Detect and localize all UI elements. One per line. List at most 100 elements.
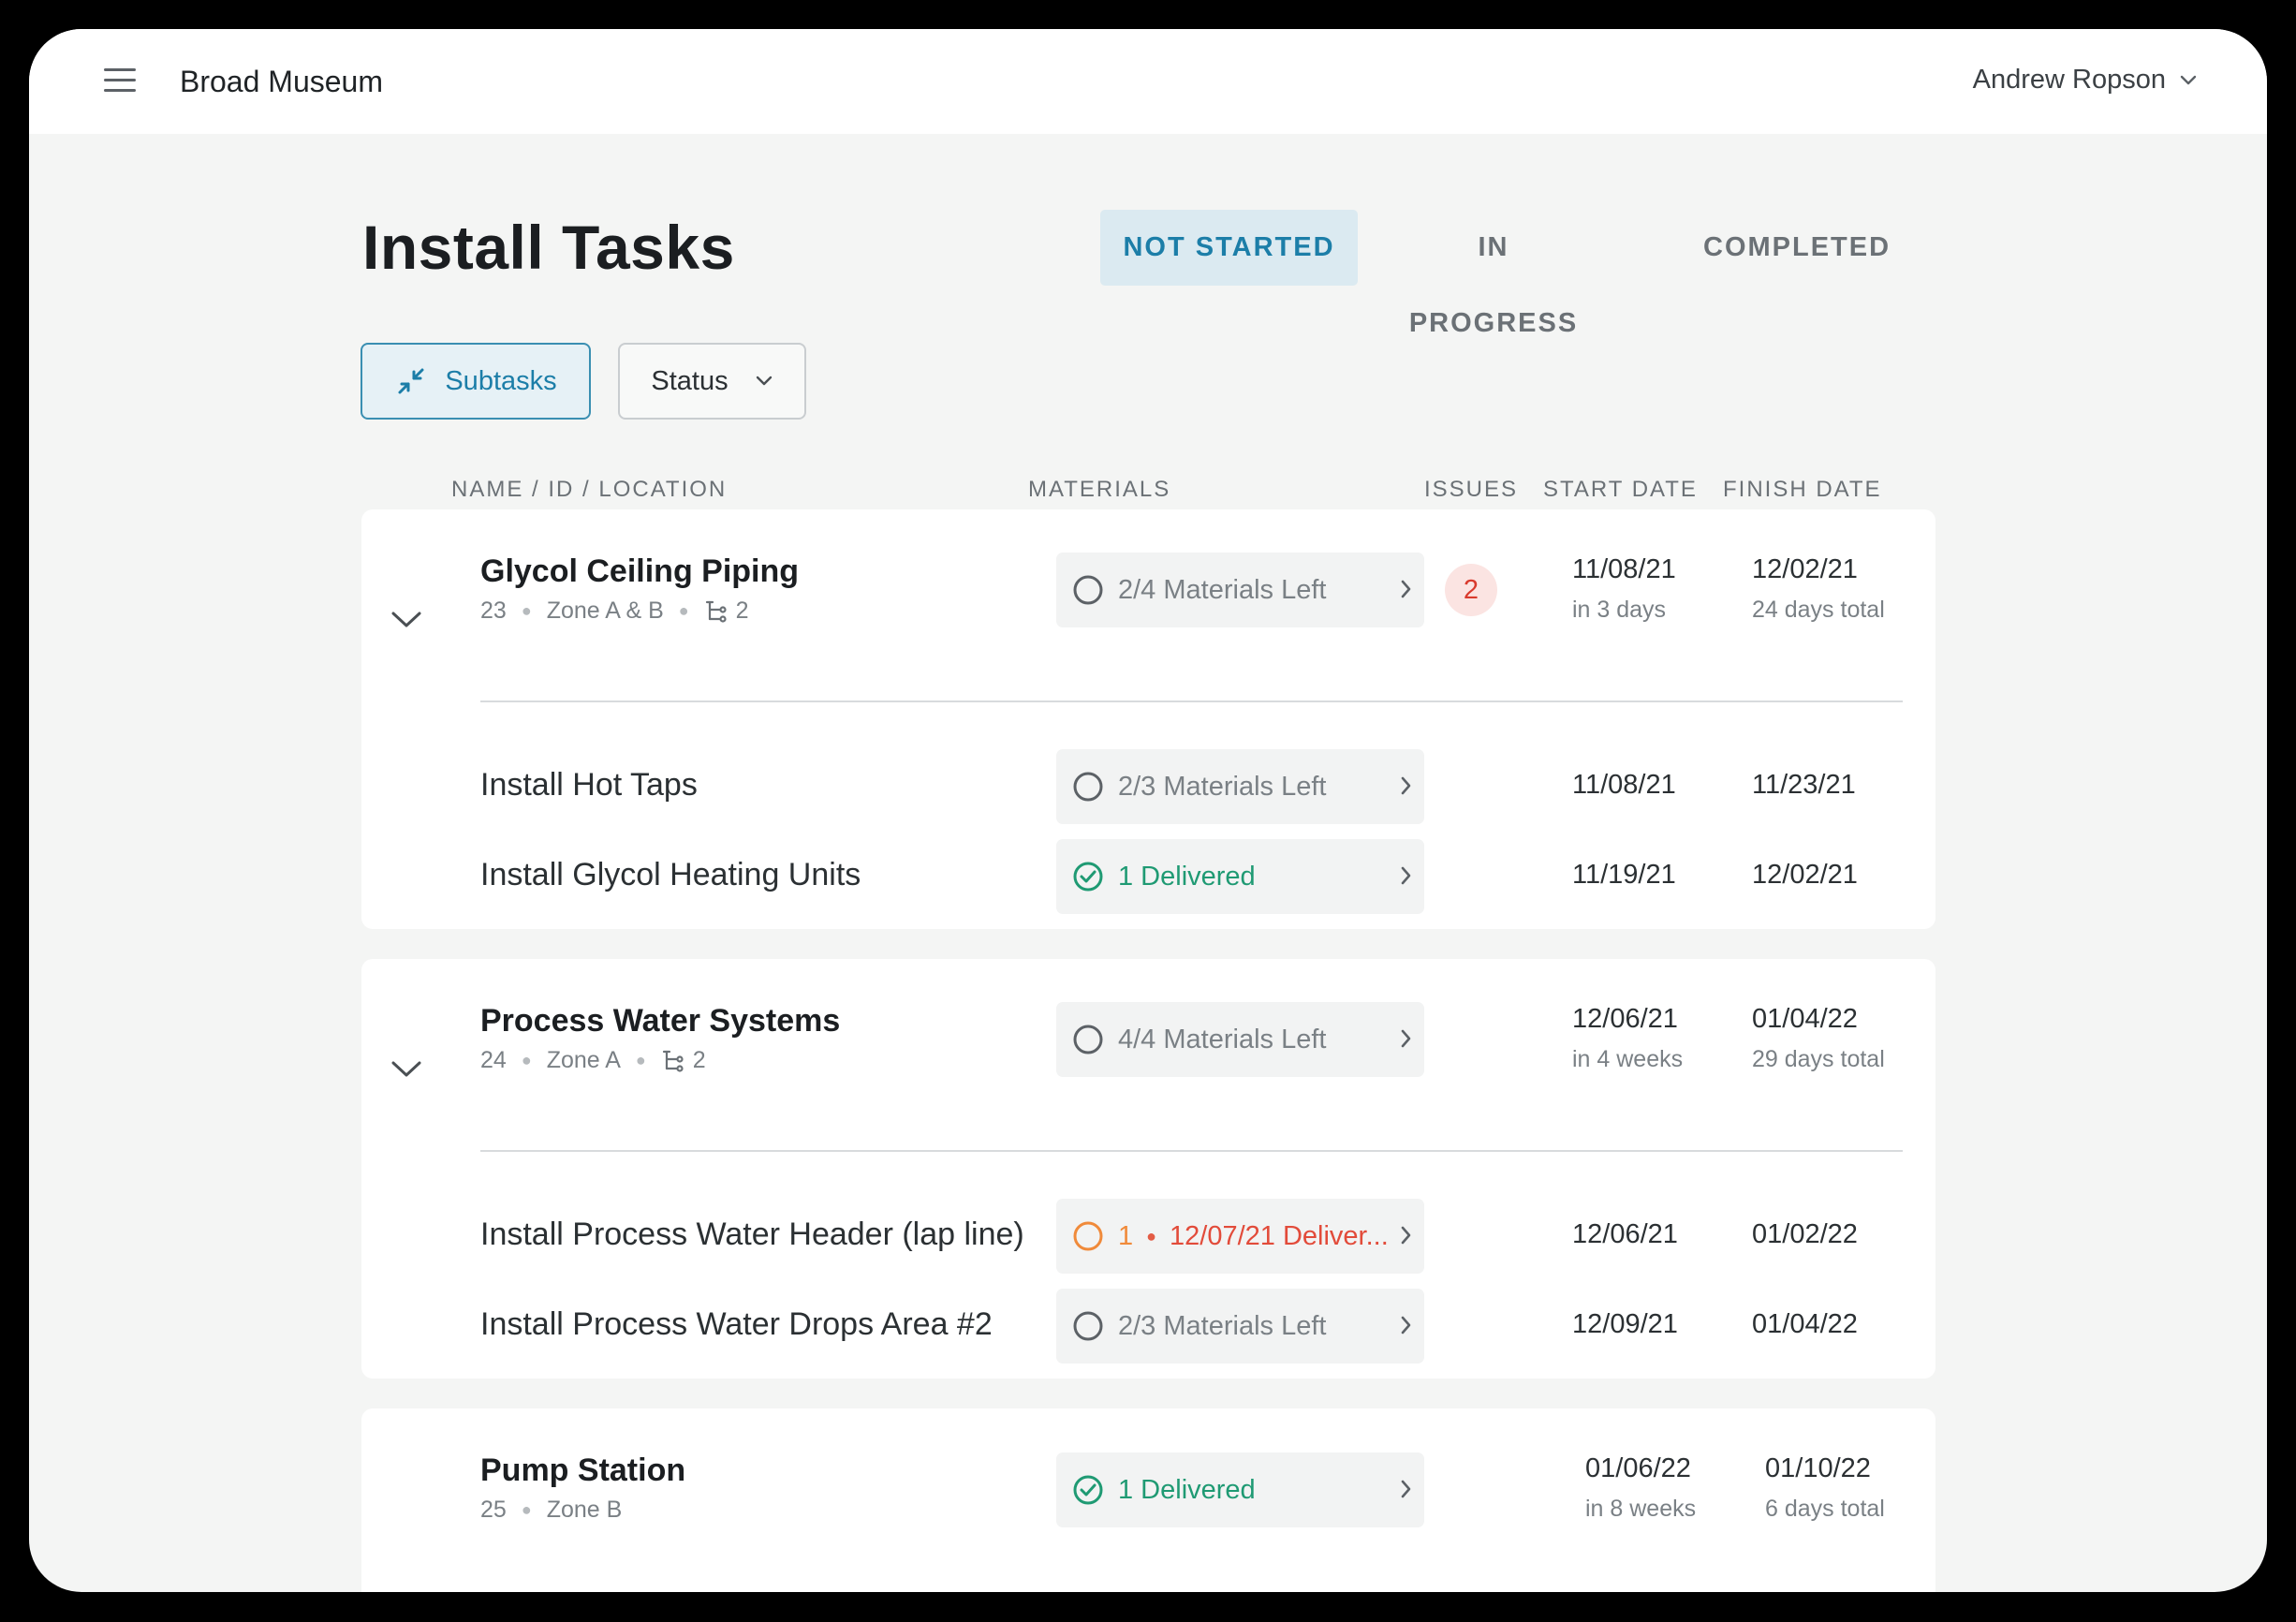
start-date: 11/08/21 bbox=[1572, 770, 1676, 800]
empty-circle-icon bbox=[1073, 575, 1103, 605]
materials-status-button[interactable]: 1 ● 12/07/21 Deliver... bbox=[1056, 1199, 1424, 1274]
column-header-issues: ISSUES bbox=[1424, 477, 1519, 502]
subtask-count: 2 bbox=[735, 597, 749, 624]
chevron-right-icon bbox=[1401, 776, 1411, 795]
device-frame: Broad Museum Andrew Ropson Install Tasks… bbox=[0, 0, 2296, 1622]
chevron-right-icon bbox=[1401, 580, 1411, 598]
empty-circle-icon bbox=[1073, 1311, 1103, 1341]
materials-delivery-note: 12/07/21 Deliver... bbox=[1170, 1220, 1389, 1251]
finish-date-note: 6 days total bbox=[1765, 1496, 1885, 1522]
chevron-right-icon bbox=[1401, 1480, 1411, 1498]
subtasks-toggle-button[interactable]: Subtasks bbox=[361, 343, 591, 420]
materials-label: 1 Delivered bbox=[1118, 1474, 1256, 1505]
finish-date-note: 24 days total bbox=[1752, 597, 1885, 623]
status-filter-dropdown[interactable]: Status bbox=[618, 343, 806, 420]
subtask-name[interactable]: Install Glycol Heating Units bbox=[480, 857, 861, 893]
materials-label: 1 Delivered bbox=[1118, 861, 1256, 892]
subtask-name[interactable]: Install Hot Taps bbox=[480, 767, 698, 804]
chevron-right-icon bbox=[1401, 1226, 1411, 1245]
materials-status-button[interactable]: 2/3 Materials Left bbox=[1056, 749, 1424, 824]
start-date-note: in 3 days bbox=[1572, 597, 1667, 623]
subtask-tree-icon bbox=[662, 1050, 684, 1072]
finish-date: 01/02/22 bbox=[1752, 1219, 1858, 1249]
start-date: 11/08/21 bbox=[1572, 554, 1676, 584]
column-header-materials: MATERIALS bbox=[1028, 477, 1171, 502]
column-header-start-date: START DATE bbox=[1543, 477, 1698, 502]
chevron-down-icon bbox=[756, 376, 772, 386]
column-header-name: NAME / ID / LOCATION bbox=[451, 477, 728, 502]
separator-dot: ● bbox=[521, 601, 532, 620]
start-date: 12/06/21 bbox=[1572, 1219, 1678, 1249]
start-date: 11/19/21 bbox=[1572, 860, 1676, 890]
empty-circle-icon bbox=[1073, 1025, 1103, 1054]
finish-date: 11/23/21 bbox=[1752, 770, 1856, 800]
status-label: Status bbox=[651, 365, 729, 396]
check-circle-icon bbox=[1073, 1475, 1103, 1505]
task-id: 24 bbox=[480, 1047, 507, 1073]
finish-date: 12/02/21 bbox=[1752, 860, 1858, 890]
start-date-note: in 4 weeks bbox=[1572, 1046, 1684, 1072]
column-header-finish-date: FINISH DATE bbox=[1723, 477, 1882, 502]
finish-date: 01/04/22 bbox=[1752, 1004, 1858, 1034]
separator-dot: ● bbox=[521, 1500, 532, 1519]
task-name[interactable]: Pump Station bbox=[480, 1452, 685, 1489]
separator-dot: ● bbox=[635, 1051, 646, 1069]
top-bar: Broad Museum Andrew Ropson bbox=[29, 29, 2267, 134]
materials-status-button[interactable]: 2/4 Materials Left bbox=[1056, 553, 1424, 627]
task-id: 25 bbox=[480, 1497, 507, 1523]
materials-status-button[interactable]: 1 Delivered bbox=[1056, 839, 1424, 914]
task-name[interactable]: Process Water Systems bbox=[480, 1003, 840, 1040]
issues-badge[interactable]: 2 bbox=[1445, 564, 1497, 616]
materials-label: 4/4 Materials Left bbox=[1118, 1024, 1327, 1054]
tab-completed[interactable]: COMPLETED bbox=[1703, 210, 1889, 286]
user-name: Andrew Ropson bbox=[1972, 65, 2166, 95]
finish-date-note: 29 days total bbox=[1752, 1046, 1885, 1072]
start-date: 01/06/22 bbox=[1585, 1453, 1691, 1483]
materials-label: 2/3 Materials Left bbox=[1118, 771, 1327, 802]
chevron-down-icon[interactable] bbox=[390, 1059, 423, 1080]
task-card: Glycol Ceiling Piping 23 ● Zone A & B ● … bbox=[361, 509, 1935, 929]
task-meta: 23 ● Zone A & B ● 2 bbox=[480, 597, 749, 625]
subtasks-label: Subtasks bbox=[445, 365, 557, 396]
finish-date: 01/10/22 bbox=[1765, 1453, 1871, 1483]
chevron-down-icon[interactable] bbox=[390, 610, 423, 630]
hamburger-icon[interactable] bbox=[104, 66, 136, 95]
task-card: Pump Station 25 ● Zone B 1 Delivered 01/… bbox=[361, 1408, 1935, 1592]
materials-status-button[interactable]: 2/3 Materials Left bbox=[1056, 1289, 1424, 1364]
chevron-down-icon bbox=[2180, 75, 2197, 84]
page-title: Install Tasks bbox=[362, 213, 735, 282]
subtask-name[interactable]: Install Process Water Header (lap line) bbox=[480, 1216, 1024, 1253]
task-meta: 24 ● Zone A ● 2 bbox=[480, 1047, 706, 1074]
collapse-arrows-icon bbox=[398, 368, 424, 394]
start-date: 12/09/21 bbox=[1572, 1309, 1678, 1339]
finish-date: 12/02/21 bbox=[1752, 554, 1858, 584]
check-circle-icon bbox=[1073, 862, 1103, 892]
empty-circle-icon bbox=[1073, 772, 1103, 802]
tab-not-started[interactable]: NOT STARTED bbox=[1100, 210, 1358, 286]
finish-date: 01/04/22 bbox=[1752, 1309, 1858, 1339]
start-date: 12/06/21 bbox=[1572, 1004, 1678, 1034]
materials-label: 2/4 Materials Left bbox=[1118, 574, 1327, 605]
task-card: Process Water Systems 24 ● Zone A ● 2 4/… bbox=[361, 959, 1935, 1379]
app-screen: Broad Museum Andrew Ropson Install Tasks… bbox=[29, 29, 2267, 1592]
orange-circle-icon bbox=[1073, 1221, 1103, 1251]
app-title: Broad Museum bbox=[180, 65, 383, 98]
task-location: Zone A & B bbox=[546, 597, 664, 624]
separator-dot: ● bbox=[1146, 1226, 1157, 1246]
chevron-right-icon bbox=[1401, 1029, 1411, 1048]
user-menu[interactable]: Andrew Ropson bbox=[1973, 65, 2198, 96]
task-id: 23 bbox=[480, 597, 507, 624]
materials-status-button[interactable]: 4/4 Materials Left bbox=[1056, 1002, 1424, 1077]
separator-dot: ● bbox=[678, 601, 689, 620]
start-date-note: in 8 weeks bbox=[1585, 1496, 1697, 1522]
task-location: Zone B bbox=[546, 1497, 623, 1523]
materials-label: 2/3 Materials Left bbox=[1118, 1310, 1327, 1341]
subtask-name[interactable]: Install Process Water Drops Area #2 bbox=[480, 1306, 993, 1343]
tab-in-progress[interactable]: IN PROGRESS bbox=[1401, 210, 1586, 338]
task-location: Zone A bbox=[546, 1047, 621, 1073]
task-name[interactable]: Glycol Ceiling Piping bbox=[480, 553, 799, 590]
materials-quantity: 1 bbox=[1118, 1220, 1134, 1251]
chevron-right-icon bbox=[1401, 1316, 1411, 1334]
divider bbox=[480, 1150, 1903, 1152]
materials-status-button[interactable]: 1 Delivered bbox=[1056, 1452, 1424, 1527]
